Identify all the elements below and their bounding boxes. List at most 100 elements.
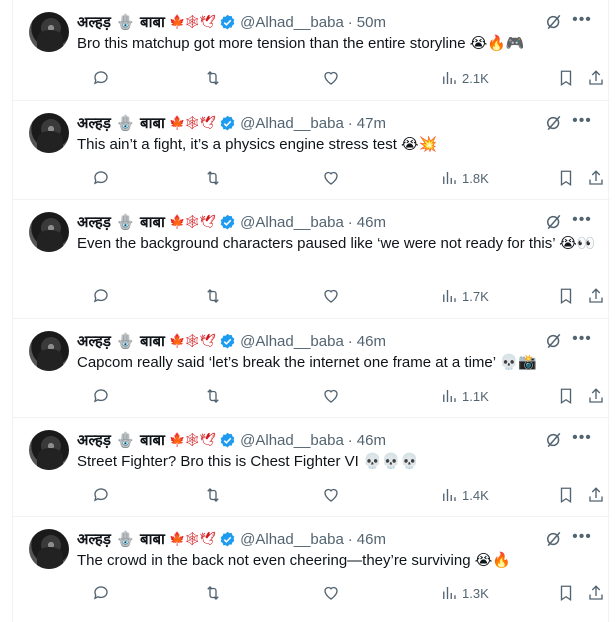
- more-icon[interactable]: •••: [572, 527, 592, 547]
- bookmark-button[interactable]: [557, 386, 575, 406]
- tweet-text: Bro this matchup got more tension than t…: [77, 35, 525, 52]
- like-button[interactable]: [322, 68, 340, 88]
- tweet-actions: 1.1K: [77, 386, 605, 406]
- display-name[interactable]: अल्हड़ 🪬 बाबा: [77, 430, 165, 450]
- like-icon: [324, 488, 338, 502]
- display-name[interactable]: अल्हड़ 🪬 बाबा: [77, 331, 165, 351]
- repost-button[interactable]: [204, 168, 222, 188]
- more-icon[interactable]: •••: [572, 329, 592, 349]
- name-emoji-flags: 🍁🕸🕊: [168, 115, 216, 131]
- avatar[interactable]: [29, 430, 69, 470]
- grok-icon[interactable]: [544, 212, 564, 232]
- user-handle[interactable]: @Alhad__baba: [240, 14, 344, 31]
- repost-button[interactable]: [204, 68, 222, 88]
- bookmark-button[interactable]: [557, 286, 575, 306]
- tweet[interactable]: अल्हड़ 🪬 बाबा 🍁🕸🕊 @Alhad__baba · 46m •••…: [13, 319, 610, 418]
- bookmark-button[interactable]: [557, 68, 575, 88]
- share-button[interactable]: [587, 583, 605, 603]
- grok-icon[interactable]: [544, 113, 564, 133]
- avatar[interactable]: [29, 212, 69, 252]
- display-name[interactable]: अल्हड़ 🪬 बाबा: [77, 12, 165, 32]
- tweet-text: Capcom really said ‘let’s break the inte…: [77, 354, 538, 371]
- avatar[interactable]: [29, 12, 69, 52]
- views-button[interactable]: 2.1K: [440, 68, 489, 88]
- reply-button[interactable]: [92, 168, 110, 188]
- views-button[interactable]: 1.7K: [440, 286, 489, 306]
- tweet[interactable]: अल्हड़ 🪬 बाबा 🍁🕸🕊 @Alhad__baba · 46m •••…: [13, 200, 610, 319]
- more-icon[interactable]: •••: [572, 428, 592, 448]
- reply-icon: [93, 389, 108, 403]
- repost-icon: [207, 71, 219, 85]
- display-name[interactable]: अल्हड़ 🪬 बाबा: [77, 529, 165, 549]
- tweet-timestamp[interactable]: 47m: [357, 115, 386, 132]
- views-button[interactable]: 1.8K: [440, 168, 489, 188]
- share-button[interactable]: [587, 386, 605, 406]
- like-button[interactable]: [322, 485, 340, 505]
- repost-button[interactable]: [204, 386, 222, 406]
- more-icon[interactable]: •••: [572, 210, 592, 230]
- grok-icon[interactable]: [544, 529, 564, 549]
- user-handle[interactable]: @Alhad__baba: [240, 333, 344, 350]
- grok-icon[interactable]: [544, 430, 564, 450]
- repost-button[interactable]: [204, 485, 222, 505]
- reply-button[interactable]: [92, 286, 110, 306]
- more-icon[interactable]: •••: [572, 10, 592, 30]
- like-button[interactable]: [322, 386, 340, 406]
- tweet[interactable]: अल्हड़ 🪬 बाबा 🍁🕸🕊 @Alhad__baba · 47m •••…: [13, 101, 610, 200]
- bookmark-button[interactable]: [557, 485, 575, 505]
- reply-button[interactable]: [92, 386, 110, 406]
- user-handle[interactable]: @Alhad__baba: [240, 531, 344, 548]
- grok-icon[interactable]: [544, 12, 564, 32]
- user-handle[interactable]: @Alhad__baba: [240, 432, 344, 449]
- tweet-header: अल्हड़ 🪬 बाबा 🍁🕸🕊 @Alhad__baba · 50m: [77, 12, 386, 32]
- like-icon: [324, 289, 338, 303]
- avatar[interactable]: [29, 529, 69, 569]
- bookmark-icon: [560, 388, 572, 405]
- display-name[interactable]: अल्हड़ 🪬 बाबा: [77, 212, 165, 232]
- tweet[interactable]: अल्हड़ 🪬 बाबा 🍁🕸🕊 @Alhad__baba · 46m •••…: [13, 517, 610, 622]
- repost-button[interactable]: [204, 286, 222, 306]
- reply-button[interactable]: [92, 485, 110, 505]
- grok-icon[interactable]: [544, 331, 564, 351]
- like-icon: [324, 71, 338, 85]
- tweet-text: Street Fighter? Bro this is Chest Fighte…: [77, 453, 419, 470]
- repost-button[interactable]: [204, 583, 222, 603]
- views-count: 2.1K: [462, 70, 489, 86]
- views-button[interactable]: 1.1K: [440, 386, 489, 406]
- bookmark-button[interactable]: [557, 583, 575, 603]
- share-button[interactable]: [587, 68, 605, 88]
- bookmark-icon: [560, 288, 572, 305]
- bookmark-button[interactable]: [557, 168, 575, 188]
- reply-icon: [93, 289, 108, 303]
- tweet[interactable]: अल्हड़ 🪬 बाबा 🍁🕸🕊 @Alhad__baba · 46m •••…: [13, 418, 610, 517]
- avatar[interactable]: [29, 113, 69, 153]
- tweet[interactable]: अल्हड़ 🪬 बाबा 🍁🕸🕊 @Alhad__baba · 50m •••…: [13, 0, 610, 101]
- reply-button[interactable]: [92, 583, 110, 603]
- tweet-timestamp[interactable]: 46m: [357, 432, 386, 449]
- tweet-actions: 1.8K: [77, 168, 605, 188]
- tweet-text: Even the background characters paused li…: [77, 235, 596, 252]
- tweet-timestamp[interactable]: 46m: [357, 214, 386, 231]
- user-handle[interactable]: @Alhad__baba: [240, 115, 344, 132]
- more-icon[interactable]: •••: [572, 111, 592, 131]
- views-icon: [443, 72, 456, 84]
- like-button[interactable]: [322, 583, 340, 603]
- like-button[interactable]: [322, 168, 340, 188]
- views-button[interactable]: 1.3K: [440, 583, 489, 603]
- tweet-timestamp[interactable]: 46m: [357, 531, 386, 548]
- share-button[interactable]: [587, 485, 605, 505]
- tweet-timestamp[interactable]: 46m: [357, 333, 386, 350]
- like-button[interactable]: [322, 286, 340, 306]
- timeline-feed: अल्हड़ 🪬 बाबा 🍁🕸🕊 @Alhad__baba · 50m •••…: [12, 0, 610, 622]
- tweet-timestamp[interactable]: 50m: [357, 14, 386, 31]
- reply-button[interactable]: [92, 68, 110, 88]
- verified-badge-icon: [220, 115, 235, 130]
- share-button[interactable]: [587, 286, 605, 306]
- avatar[interactable]: [29, 331, 69, 371]
- share-button[interactable]: [587, 168, 605, 188]
- display-name[interactable]: अल्हड़ 🪬 बाबा: [77, 113, 165, 133]
- user-handle[interactable]: @Alhad__baba: [240, 214, 344, 231]
- views-count: 1.8K: [462, 170, 489, 186]
- views-icon: [443, 290, 456, 302]
- views-button[interactable]: 1.4K: [440, 485, 489, 505]
